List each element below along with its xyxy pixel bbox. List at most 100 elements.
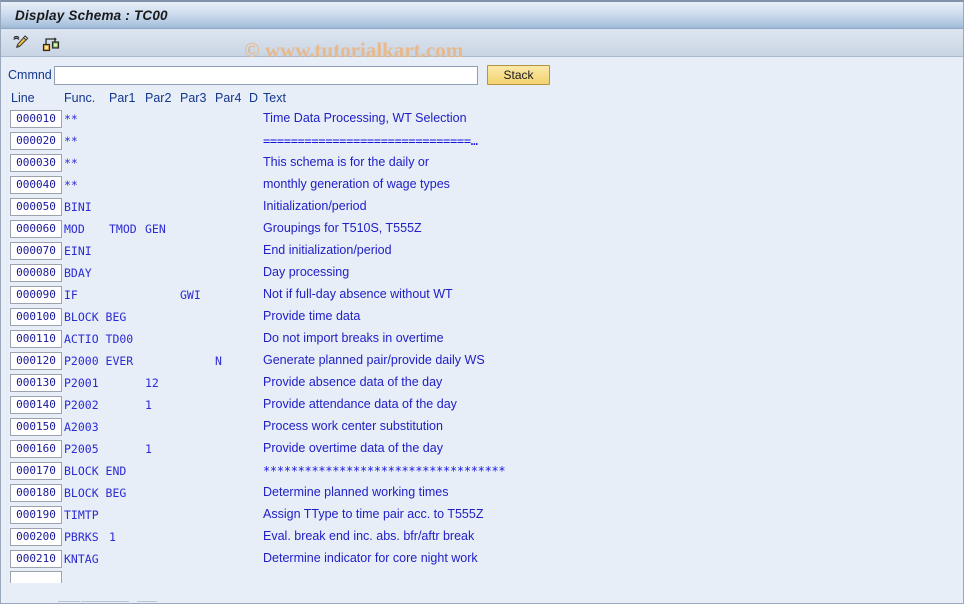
line-number-field[interactable]: 000030 [10, 154, 62, 172]
table-row[interactable]: 000110 ACTIO TD00 Do not import breaks in … [8, 329, 963, 351]
line-number-field[interactable]: 000200 [10, 528, 62, 546]
cell-text[interactable]: Generate planned pair/provide daily WS [263, 353, 485, 367]
cell-func[interactable]: P2005 [64, 442, 99, 456]
line-number-field[interactable]: 000160 [10, 440, 62, 458]
cell-text[interactable]: Day processing [263, 265, 349, 279]
line-number-field[interactable]: 000190 [10, 506, 62, 524]
table-row[interactable]: 000080 BDAY Day processing [8, 263, 963, 285]
cell-text[interactable]: Assign TType to time pair acc. to T555Z [263, 507, 483, 521]
cell-text[interactable]: Not if full-day absence without WT [263, 287, 453, 301]
line-number-field-partial[interactable] [10, 571, 62, 583]
line-number-field[interactable]: 000060 [10, 220, 62, 238]
cell-text[interactable]: Initialization/period [263, 199, 367, 213]
table-row[interactable]: 000200 PBRKS 1 Eval. break end inc. abs. bf… [8, 527, 963, 549]
table-row[interactable]: 000120 P2000 EVER N Generate planned pair/p… [8, 351, 963, 373]
cell-func[interactable]: ** [64, 134, 78, 148]
cell-text[interactable]: This schema is for the daily or [263, 155, 429, 169]
cell-par2[interactable]: 1 [145, 398, 152, 412]
table-row[interactable]: 000170 BLOCK END *************************… [8, 461, 963, 483]
line-number-field[interactable]: 000140 [10, 396, 62, 414]
cell-func[interactable]: ACTIO TD00 [64, 332, 133, 346]
edit-pencil-icon[interactable] [10, 32, 32, 54]
cell-text[interactable]: Provide attendance data of the day [263, 397, 457, 411]
hierarchy-structure-icon[interactable] [40, 32, 62, 54]
cell-func[interactable]: P2002 [64, 398, 99, 412]
cell-func[interactable]: BLOCK BEG [64, 310, 126, 324]
cell-par2[interactable]: 12 [145, 376, 159, 390]
cell-par1[interactable]: 1 [109, 530, 116, 544]
cell-func[interactable]: KNTAG [64, 552, 99, 566]
line-number-field[interactable]: 000080 [10, 264, 62, 282]
stack-button[interactable]: Stack [487, 65, 550, 85]
cell-func[interactable]: ** [64, 112, 78, 126]
cell-text[interactable]: monthly generation of wage types [263, 177, 450, 191]
table-row[interactable]: 000020 ** ==============================… [8, 131, 963, 153]
cell-func[interactable]: ** [64, 178, 78, 192]
schema-grid: Line Func. Par1 Par2 Par3 Par4 D Text 00… [1, 91, 963, 571]
cell-func[interactable]: P2000 EVER [64, 354, 133, 368]
cell-text[interactable]: Groupings for T510S, T555Z [263, 221, 422, 235]
line-number-field[interactable]: 000130 [10, 374, 62, 392]
cell-func[interactable]: A2003 [64, 420, 99, 434]
cell-par2[interactable]: GEN [145, 222, 166, 236]
column-header-par4: Par4 [215, 91, 242, 105]
cell-func[interactable]: IF [64, 288, 78, 302]
table-row[interactable]: 000180 BLOCK BEG Determine planned working… [8, 483, 963, 505]
table-row[interactable]: 000190 TIMTP Assign TType to time pair acc… [8, 505, 963, 527]
line-number-field[interactable]: 000090 [10, 286, 62, 304]
command-input[interactable] [54, 65, 478, 85]
cell-text[interactable]: ==============================… [263, 134, 478, 148]
line-number-field[interactable]: 000170 [10, 462, 62, 480]
cell-text[interactable]: Determine indicator for core night work [263, 551, 478, 565]
table-row[interactable]: 000050 BINI Initialization/period [8, 197, 963, 219]
line-number-field[interactable]: 000010 [10, 110, 62, 128]
table-row[interactable]: 000100 BLOCK BEG Provide time data [8, 307, 963, 329]
cell-text[interactable]: Process work center substitution [263, 419, 443, 433]
line-number-field[interactable]: 000050 [10, 198, 62, 216]
table-row[interactable]: 000030 ** This schema is for the daily or [8, 153, 963, 175]
line-number-field[interactable]: 000210 [10, 550, 62, 568]
cell-text[interactable]: Time Data Processing, WT Selection [263, 111, 467, 125]
cell-func[interactable]: BINI [64, 200, 92, 214]
table-row[interactable]: 000040 ** monthly generation of wage types [8, 175, 963, 197]
cell-text[interactable]: Determine planned working times [263, 485, 449, 499]
cell-text[interactable]: *********************************** [263, 464, 506, 478]
table-row[interactable]: 000130 P2001 12 Provide absence data of the… [8, 373, 963, 395]
line-number-field[interactable]: 000120 [10, 352, 62, 370]
table-row[interactable]: 000090 IF GWI Not if full-day absence witho… [8, 285, 963, 307]
cell-par2[interactable]: 1 [145, 442, 152, 456]
line-number-field[interactable]: 000020 [10, 132, 62, 150]
cell-par3[interactable]: GWI [180, 288, 201, 302]
line-number-field[interactable]: 000150 [10, 418, 62, 436]
line-number-field[interactable]: 000110 [10, 330, 62, 348]
table-row[interactable]: 000150 A2003 Process work center substitut… [8, 417, 963, 439]
line-number-field[interactable]: 000070 [10, 242, 62, 260]
cell-text[interactable]: Provide time data [263, 309, 360, 323]
cell-func[interactable]: ** [64, 156, 78, 170]
cell-func[interactable]: EINI [64, 244, 92, 258]
table-row[interactable]: 000010 ** Time Data Processing, WT Selecti… [8, 109, 963, 131]
table-row[interactable]: 000070 EINI End initialization/period [8, 241, 963, 263]
cell-par4[interactable]: N [215, 354, 222, 368]
line-number-field[interactable]: 000040 [10, 176, 62, 194]
line-number-field[interactable]: 000100 [10, 308, 62, 326]
cell-func[interactable]: PBRKS [64, 530, 99, 544]
line-number-field[interactable]: 000180 [10, 484, 62, 502]
cell-func[interactable]: TIMTP [64, 508, 99, 522]
table-row[interactable]: 000140 P2002 1 Provide attendance data of t… [8, 395, 963, 417]
table-row[interactable]: 000210 KNTAG Determine indicator for core … [8, 549, 963, 571]
cell-text[interactable]: Provide overtime data of the day [263, 441, 443, 455]
grid-header-row: Line Func. Par1 Par2 Par3 Par4 D Text [8, 91, 963, 109]
cell-func[interactable]: P2001 [64, 376, 99, 390]
cell-func[interactable]: BDAY [64, 266, 92, 280]
cell-func[interactable]: BLOCK BEG [64, 486, 126, 500]
cell-text[interactable]: Provide absence data of the day [263, 375, 442, 389]
table-row[interactable]: 000160 P2005 1 Provide overtime data of the… [8, 439, 963, 461]
table-row[interactable]: 000060 MOD TMOD GEN Groupings for T510S, T55… [8, 219, 963, 241]
cell-text[interactable]: End initialization/period [263, 243, 392, 257]
cell-text[interactable]: Do not import breaks in overtime [263, 331, 444, 345]
cell-func[interactable]: MOD [64, 222, 85, 236]
cell-func[interactable]: BLOCK END [64, 464, 126, 478]
cell-text[interactable]: Eval. break end inc. abs. bfr/aftr break [263, 529, 474, 543]
cell-par1[interactable]: TMOD [109, 222, 137, 236]
